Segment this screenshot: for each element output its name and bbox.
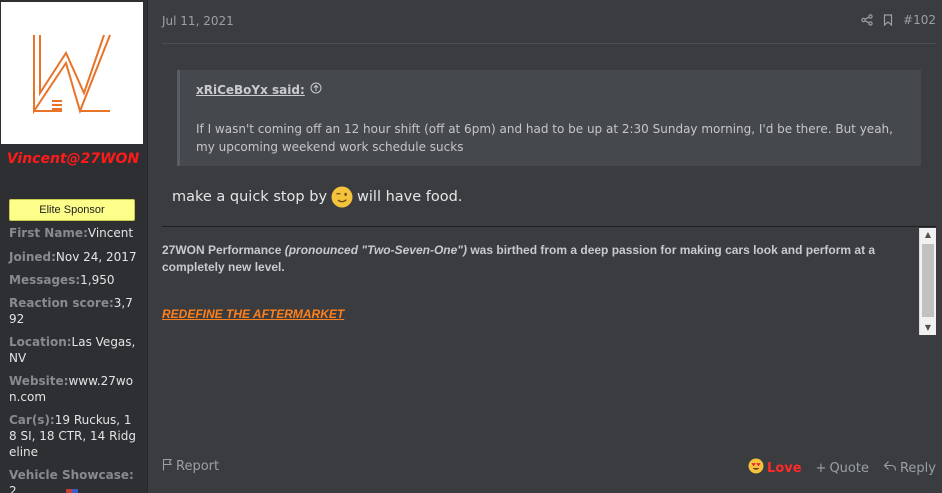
post-date[interactable]: Jul 11, 2021: [162, 14, 234, 28]
stat-cars: Car(s):19 Ruckus, 18 SI, 18 CTR, 14 Ridg…: [9, 412, 137, 460]
stat-key: Website:: [9, 374, 69, 388]
report-button[interactable]: Report: [162, 458, 219, 475]
stat-key: Vehicle Showcase:: [9, 468, 134, 482]
love-button[interactable]: Love: [748, 458, 802, 478]
quote-button[interactable]: + Quote: [816, 461, 869, 476]
stat-key: Car(s):: [9, 413, 55, 427]
scroll-up-icon[interactable]: ▲: [920, 228, 936, 242]
signature-pronounced: (pronounced "Two-Seven-One"): [284, 243, 467, 257]
user-title-badge: Elite Sponsor: [9, 199, 135, 221]
stat-key: Reaction score:: [9, 296, 114, 310]
quote-label: Quote: [829, 460, 869, 476]
post-action-group: Love + Quote Reply: [748, 458, 936, 478]
signature-link[interactable]: REDEFINE THE AFTERMARKET: [162, 307, 344, 321]
scrollbar-thumb[interactable]: [922, 244, 934, 317]
stat-value: Nov 24, 2017: [55, 250, 137, 264]
quote-up-arrow-icon[interactable]: [310, 82, 322, 97]
stat-key: Location:: [9, 335, 72, 349]
signature-brand: 27WON Performance: [162, 243, 282, 257]
wink-emoji-icon: [331, 186, 353, 208]
post-number[interactable]: #102: [903, 13, 936, 27]
signature-divider: [162, 226, 936, 227]
stat-value[interactable]: 1,950: [80, 273, 114, 287]
reply-label: Reply: [899, 460, 936, 476]
post-message: make a quick stop by will have food.: [172, 186, 462, 208]
stat-joined: Joined:Nov 24, 2017: [9, 249, 137, 265]
divider: [162, 43, 936, 44]
w-logo-icon: [33, 34, 111, 115]
user-info-column: Vincent@27WON Elite Sponsor First Name:V…: [0, 0, 148, 493]
bookmark-icon[interactable]: [883, 14, 893, 26]
quote-author[interactable]: xRiCeBoYx said:: [196, 82, 322, 97]
share-icon[interactable]: [861, 14, 873, 26]
stat-key: Messages:: [9, 273, 81, 287]
plus-icon: +: [815, 460, 827, 476]
signature: 27WON Performance (pronounced "Two-Seven…: [162, 228, 924, 335]
stat-location: Location:Las Vegas, NV: [9, 334, 137, 366]
reply-button[interactable]: Reply: [883, 460, 936, 476]
signature-scrollbar[interactable]: ▲ ▼: [919, 228, 936, 335]
stat-value[interactable]: 2: [9, 484, 17, 493]
stat-key: Joined:: [9, 250, 56, 264]
post-actions: Report Love + Quote Reply: [162, 458, 936, 476]
message-text-before: make a quick stop by: [172, 189, 328, 205]
message-text-after: will have food.: [357, 189, 463, 205]
scroll-down-icon[interactable]: ▼: [920, 321, 936, 335]
stat-value: Vincent: [87, 226, 134, 240]
signature-text: 27WON Performance (pronounced "Two-Seven…: [162, 242, 912, 276]
stat-website: Website:www.27won.com: [9, 373, 137, 405]
reply-arrow-icon: [883, 460, 897, 476]
stat-reaction-score: Reaction score:3,792: [9, 295, 137, 327]
stat-messages: Messages:1,950: [9, 272, 137, 288]
avatar[interactable]: [1, 2, 143, 144]
post-header-actions: #102: [861, 13, 936, 27]
post-main: Jul 11, 2021 #102 xRiCeBoYx said: If I w…: [148, 0, 942, 493]
flag-icon: [162, 458, 173, 475]
quote-text: If I wasn't coming off an 12 hour shift …: [196, 122, 893, 154]
report-label: Report: [176, 459, 220, 474]
country-flag-icon: [66, 489, 78, 493]
quote-block: xRiCeBoYx said: If I wasn't coming off a…: [177, 70, 921, 166]
heart-eyes-emoji-icon: [748, 458, 764, 478]
quote-author-name[interactable]: xRiCeBoYx said:: [196, 83, 305, 97]
stat-key: First Name:: [9, 226, 88, 240]
love-label: Love: [767, 460, 802, 476]
username[interactable]: Vincent@27WON: [6, 150, 140, 168]
stat-first-name: First Name:Vincent: [9, 225, 137, 241]
